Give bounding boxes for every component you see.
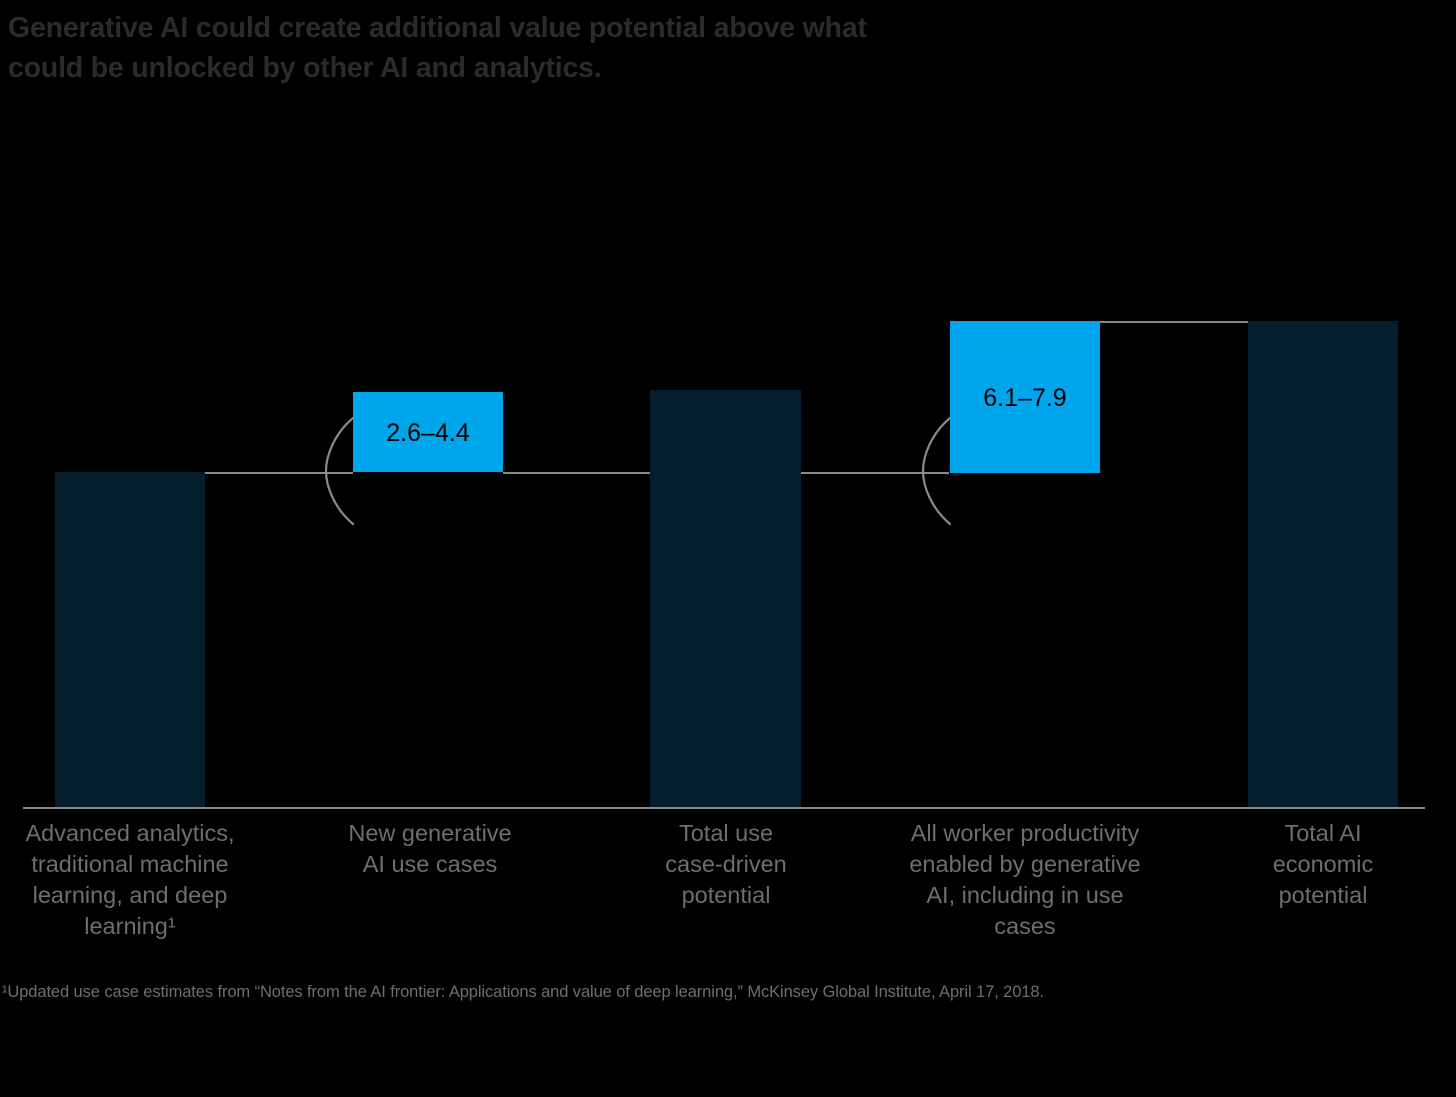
connector-bar2-to-bar3 <box>503 472 651 474</box>
x-axis-label-advanced-analytics: Advanced analytics, traditional machine … <box>25 820 235 940</box>
bar-value-all-worker-productivity: 6.1–7.9 <box>983 384 1067 412</box>
chart-plot-area: 2.6–4.4 6.1–7.9 Advanced analytics, trad… <box>0 0 1456 1097</box>
footnote: ¹Updated use case estimates from “Notes … <box>2 983 1044 1001</box>
bar-advanced-analytics <box>55 472 205 807</box>
bar-total-use-case-driven-potential <box>650 390 801 807</box>
x-axis-label-all-worker-productivity: All worker productivity enabled by gener… <box>909 820 1141 940</box>
bar-total-ai-economic-potential <box>1248 321 1398 807</box>
x-axis-label-total-use-case-driven: Total use case-driven potential <box>665 820 787 909</box>
x-axis-label-new-generative-ai: New generative AI use cases <box>348 820 512 878</box>
bar-value-new-generative-ai-use-cases: 2.6–4.4 <box>386 419 470 447</box>
x-axis-line <box>23 807 1425 809</box>
x-axis-label-total-ai-economic-potential: Total AI economic potential <box>1272 820 1374 909</box>
connector-bar4-to-bar5 <box>1100 321 1248 323</box>
